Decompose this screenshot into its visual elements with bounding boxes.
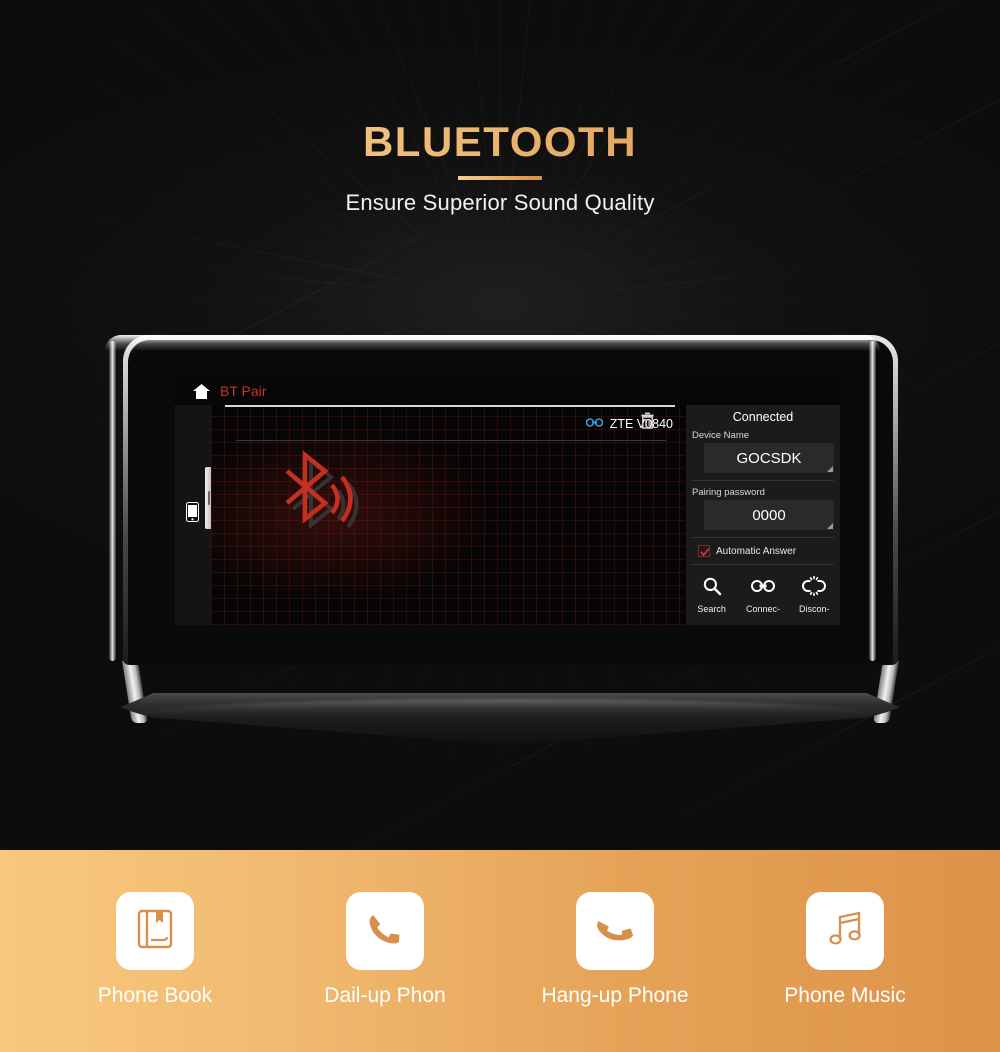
head-unit: BT Pair ZTE V0840 Connected Device Name … <box>105 335 915 745</box>
feature-tile <box>346 892 424 970</box>
connect-button-label: Connec- <box>745 604 780 614</box>
music-note-icon <box>822 906 868 957</box>
title-divider <box>458 176 542 180</box>
page-root: BLUETOOTH Ensure Superior Sound Quality <box>0 0 1000 1052</box>
search-button[interactable]: Search <box>688 576 736 614</box>
device-row-divider <box>236 440 666 441</box>
automatic-answer-row[interactable]: Automatic Answer <box>686 538 840 557</box>
automatic-answer-label: Automatic Answer <box>716 545 797 557</box>
feature-label: Dail-up Phon <box>324 984 446 1007</box>
pairing-password-label: Pairing password <box>692 487 765 498</box>
lcd-screen: BT Pair ZTE V0840 Connected Device Name … <box>175 377 840 625</box>
feature-label: Phone Music <box>784 984 906 1007</box>
feature-tile <box>116 892 194 970</box>
connection-status: Connected <box>732 410 794 424</box>
pairing-area: ZTE V0840 <box>211 405 685 625</box>
feature-hang-up-phone[interactable]: Hang-up Phone <box>515 892 715 1008</box>
page-subtitle: Ensure Superior Sound Quality <box>345 190 655 215</box>
feature-label: Phone Book <box>97 984 213 1007</box>
bezel-left-highlight <box>109 341 116 661</box>
broken-link-icon <box>802 575 827 601</box>
feature-label: Hang-up Phone <box>541 984 689 1007</box>
hangup-phone-icon <box>592 906 638 957</box>
device-name-field[interactable]: GOCSDK <box>704 443 834 473</box>
paired-device-row[interactable]: ZTE V0840 <box>211 410 685 438</box>
bluetooth-logo-icon <box>243 445 393 565</box>
connect-button[interactable]: Connec- <box>739 576 787 614</box>
left-rail <box>175 405 214 625</box>
feature-tile <box>806 892 884 970</box>
feature-phone-music[interactable]: Phone Music <box>745 892 945 1008</box>
pairing-top-rule <box>225 405 675 407</box>
link-icon <box>750 576 775 601</box>
disconnect-button-label: Discon- <box>799 604 830 614</box>
trash-icon[interactable] <box>640 412 655 429</box>
device-name-value: GOCSDK <box>736 449 802 467</box>
screen-topbar: BT Pair <box>175 377 840 405</box>
pairing-password-value: 0000 <box>752 506 786 524</box>
feature-tile <box>576 892 654 970</box>
info-panel: Connected Device Name GOCSDK Pairing pas… <box>685 405 840 625</box>
search-button-label: Search <box>697 604 726 614</box>
screen-title: BT Pair <box>220 383 267 399</box>
automatic-answer-checkbox[interactable] <box>698 545 710 557</box>
device-name-label: Device Name <box>692 430 750 441</box>
phone-book-icon <box>132 906 178 957</box>
search-icon <box>702 576 722 601</box>
bluetooth-link-icon <box>585 415 610 433</box>
feature-phone-book[interactable]: Phone Book <box>55 892 255 1008</box>
page-title: BLUETOOTH <box>0 118 1000 166</box>
dial-phone-icon <box>362 906 408 957</box>
hero-section: BLUETOOTH Ensure Superior Sound Quality <box>0 0 1000 850</box>
feature-dial-up-phone[interactable]: Dail-up Phon <box>285 892 485 1008</box>
pairing-password-field[interactable]: 0000 <box>704 500 834 530</box>
feature-strip: Phone Book Dail-up Phon Hang-up Phone Ph… <box>0 850 1000 1052</box>
disconnect-button[interactable]: Discon- <box>790 575 838 614</box>
home-icon[interactable] <box>193 383 210 399</box>
screen-body: ZTE V0840 Connected Device Name GOCSDK P… <box>175 405 840 625</box>
action-button-row: Search Connec- Discon- <box>686 565 840 614</box>
